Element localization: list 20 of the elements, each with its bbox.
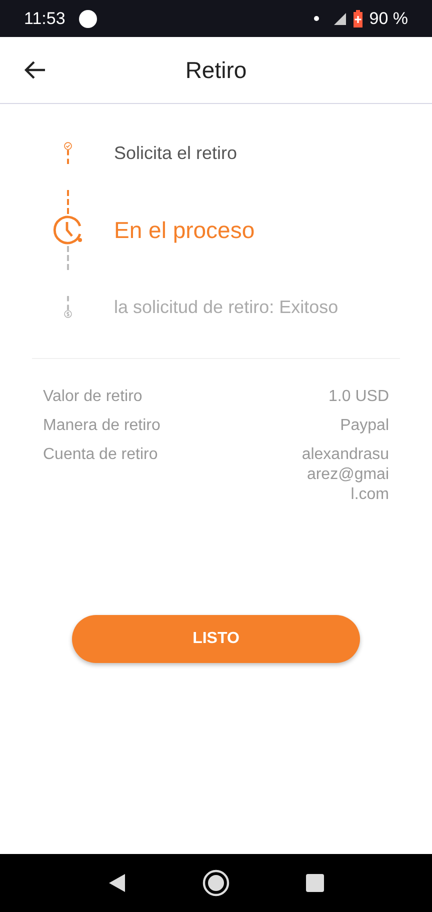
notification-dot-icon: [314, 16, 320, 21]
battery-percent: 90 %: [369, 8, 408, 28]
battery-icon: [353, 10, 364, 28]
back-nav-icon[interactable]: [108, 873, 126, 893]
step-label: Solicita el retiro: [114, 142, 238, 164]
back-arrow-icon[interactable]: [24, 60, 46, 80]
detail-label: Valor de retiro: [43, 387, 142, 407]
detail-value: 1.0 USD: [328, 387, 389, 407]
home-nav-icon[interactable]: [202, 869, 230, 897]
detail-label: Cuenta de retiro: [43, 445, 158, 465]
detail-value: alexandrasuarez@gmail.com: [300, 445, 389, 505]
detail-value: Paypal: [340, 416, 389, 436]
page-title: Retiro: [185, 56, 247, 84]
detail-label: Manera de retiro: [43, 416, 160, 436]
done-button[interactable]: LISTO: [72, 615, 360, 663]
status-time: 11:53: [24, 8, 66, 28]
signal-icon: [333, 12, 348, 26]
step-label: En el proceso: [114, 216, 255, 244]
step-label: la solicitud de retiro: Exitoso: [114, 296, 338, 318]
app-notification-icon: [79, 10, 98, 28]
